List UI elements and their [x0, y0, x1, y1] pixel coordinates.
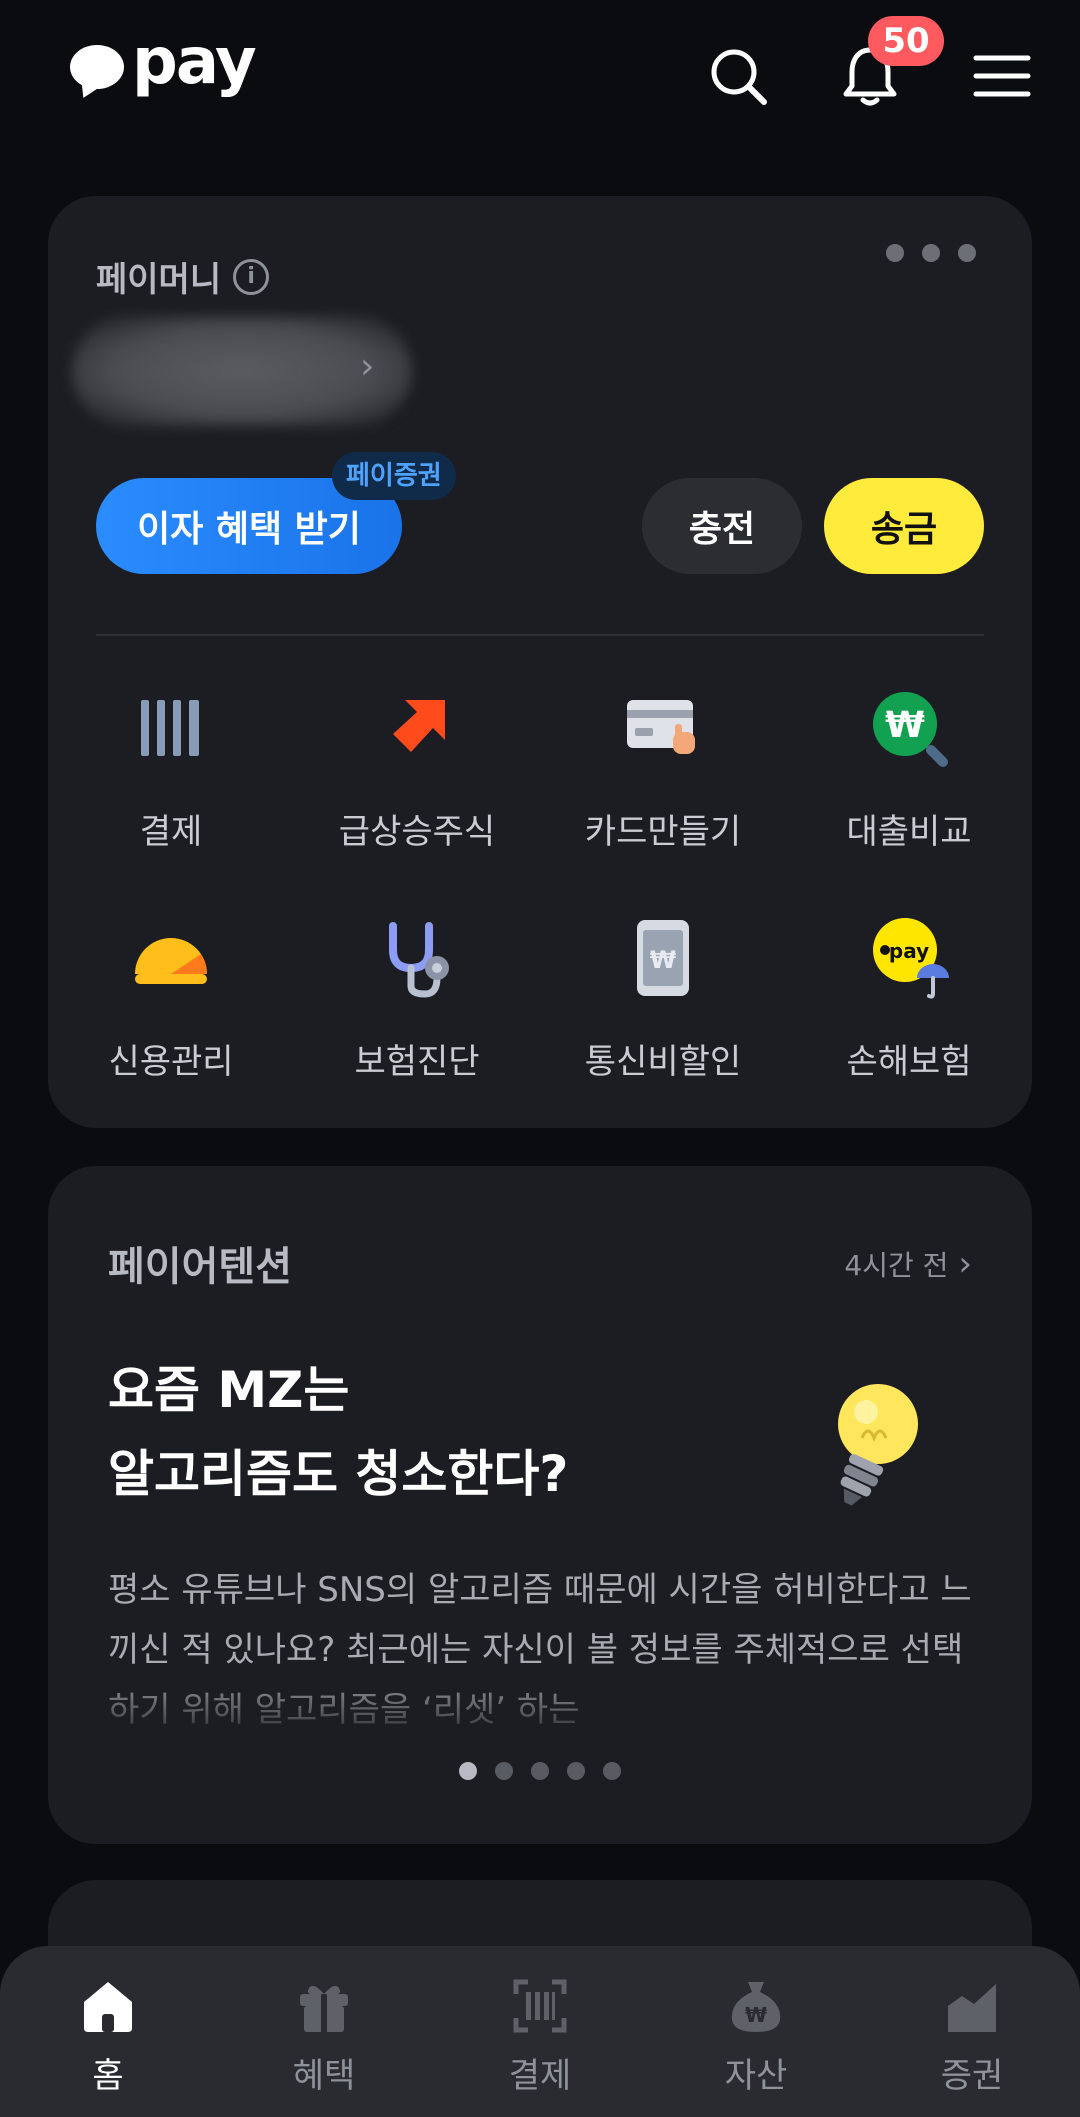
gift-icon [300, 1985, 348, 2032]
search-icon[interactable] [706, 44, 770, 108]
more-options-icon[interactable] [886, 244, 976, 262]
charge-button[interactable]: 충전 [642, 478, 802, 574]
pay-money-card: 페이머니 i › 이자 혜택 받기 페이증권 충전 송금 결제 급상승주식 카드… [48, 196, 1032, 1128]
svg-text:₩: ₩ [650, 946, 677, 974]
card-icon [627, 700, 695, 754]
menu-item-insurance-check[interactable]: 보험진단 [294, 916, 540, 1096]
service-menu-grid: 결제 급상승주식 카드만들기 ₩ 대출비교 신용관리 보험진단 ₩ 통신비할인 … [48, 686, 1032, 1096]
pay-money-label: 페이머니 [96, 260, 222, 300]
won-search-icon: ₩ [873, 692, 948, 767]
kakaopay-logo[interactable]: pay [70, 30, 257, 94]
menu-label: 카드만들기 [584, 812, 742, 852]
nav-benefits[interactable]: 혜택 [216, 1946, 432, 2117]
pager-dot[interactable] [531, 1762, 549, 1780]
svg-text:₩: ₩ [745, 2003, 767, 2027]
menu-label: 보험진단 [354, 1042, 480, 1082]
menu-item-card-apply[interactable]: 카드만들기 [540, 686, 786, 866]
description-fade [108, 1666, 988, 1746]
lightbulb-icon [838, 1384, 918, 1506]
article-headline[interactable]: 요즘 MZ는 알고리즘도 청소한다? [108, 1348, 828, 1516]
menu-icon[interactable] [970, 44, 1034, 108]
pay-money-title: 페이머니 i [96, 252, 270, 301]
stethoscope-icon [389, 922, 449, 998]
send-money-button[interactable]: 송금 [824, 478, 984, 574]
info-icon[interactable]: i [233, 258, 270, 295]
nav-label: 자산 [724, 2056, 788, 2096]
pager-dot[interactable] [495, 1762, 513, 1780]
notification-badge: 50 [868, 16, 944, 66]
menu-item-property-insurance[interactable]: pay 손해보험 [786, 916, 1032, 1096]
menu-item-payment[interactable]: 결제 [48, 686, 294, 866]
credit-gauge-icon [135, 938, 208, 984]
menu-label: 신용관리 [108, 1042, 234, 1082]
chart-icon [948, 1984, 996, 2032]
pager-dot-active[interactable] [459, 1762, 477, 1780]
nav-label: 증권 [940, 2056, 1004, 2096]
menu-label: 손해보험 [846, 1042, 972, 1082]
menu-item-telecom-discount[interactable]: ₩ 통신비할인 [540, 916, 786, 1096]
nav-label: 혜택 [292, 2056, 356, 2096]
menu-item-rising-stocks[interactable]: 급상승주식 [294, 686, 540, 866]
home-icon [84, 1982, 132, 2032]
headline-line-2: 알고리즘도 청소한다? [108, 1445, 569, 1503]
scan-pay-icon [513, 1979, 567, 2033]
nav-assets[interactable]: ₩ 자산 [648, 1946, 864, 2117]
speech-bubble-icon [70, 45, 124, 89]
carousel-pager[interactable] [48, 1762, 1032, 1780]
headline-line-1: 요즘 MZ는 [108, 1361, 350, 1419]
attention-title: 페이어텐션 [108, 1244, 292, 1290]
chevron-right-icon: › [958, 1244, 972, 1284]
time-ago: 4시간 전 [844, 1249, 949, 1282]
nav-home[interactable]: 홈 [0, 1946, 216, 2117]
menu-item-credit[interactable]: 신용관리 [48, 916, 294, 1096]
svg-text:₩: ₩ [885, 705, 925, 746]
pay-securities-tag: 페이증권 [332, 452, 456, 500]
menu-label: 대출비교 [846, 812, 972, 852]
pay-attention-card[interactable]: 페이어텐션 4시간 전 › 요즘 MZ는 알고리즘도 청소한다? 평소 유튜브나… [48, 1166, 1032, 1844]
barcode-icon [141, 700, 199, 756]
arrow-up-icon [393, 700, 445, 752]
divider [96, 634, 984, 636]
menu-item-loan-compare[interactable]: ₩ 대출비교 [786, 686, 1032, 866]
svg-text:pay: pay [889, 939, 929, 963]
pay-umbrella-icon: pay [873, 918, 949, 999]
pager-dot[interactable] [567, 1762, 585, 1780]
logo-text: pay [132, 25, 257, 99]
nav-payment[interactable]: 결제 [432, 1946, 648, 2117]
phone-won-icon: ₩ [637, 920, 689, 996]
chevron-right-icon[interactable]: › [360, 346, 374, 387]
money-bag-icon: ₩ [731, 1982, 781, 2032]
attention-time[interactable]: 4시간 전 › [844, 1244, 972, 1284]
bottom-navigation: 홈 혜택 결제 ₩ 자산 증권 [0, 1946, 1080, 2117]
nav-label: 결제 [508, 2056, 572, 2096]
nav-securities[interactable]: 증권 [864, 1946, 1080, 2117]
menu-label: 급상승주식 [338, 812, 496, 852]
menu-label: 결제 [139, 812, 203, 852]
top-header: pay 50 [0, 0, 1080, 160]
pager-dot[interactable] [603, 1762, 621, 1780]
nav-label: 홈 [92, 2056, 124, 2096]
menu-label: 통신비할인 [584, 1042, 742, 1082]
